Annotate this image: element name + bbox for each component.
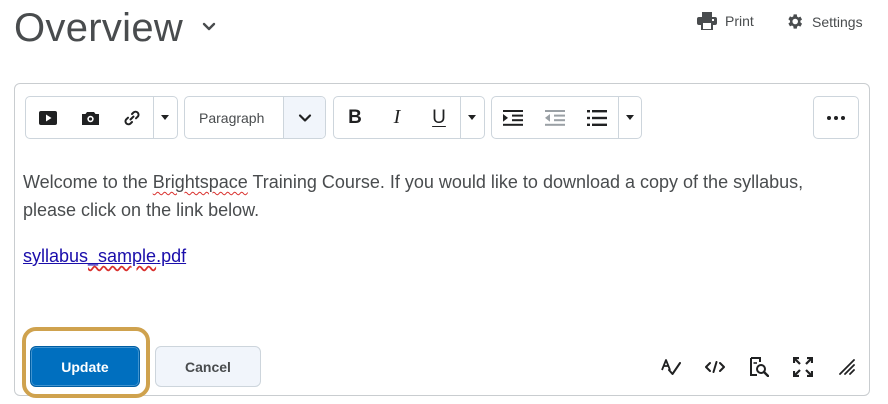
italic-button[interactable]: I xyxy=(376,97,418,138)
misspelled-word: _sample xyxy=(88,246,157,266)
caret-down-icon xyxy=(625,115,634,120)
toolbar-more-group xyxy=(813,96,859,139)
camera-icon xyxy=(81,111,99,125)
outdent-icon xyxy=(545,109,565,126)
chevron-down-icon[interactable] xyxy=(201,21,217,33)
preview-button[interactable] xyxy=(748,356,770,378)
bold-button[interactable]: B xyxy=(334,97,376,138)
caret-down-icon xyxy=(160,115,169,120)
preview-icon xyxy=(750,357,769,377)
block-format-select[interactable]: Paragraph xyxy=(184,96,326,139)
list-more-dropdown[interactable] xyxy=(618,97,640,138)
toolbar-insert-group xyxy=(25,96,178,139)
bullet-list-icon xyxy=(587,109,607,126)
underline-icon: U xyxy=(432,106,446,128)
cancel-button[interactable]: Cancel xyxy=(155,346,261,387)
video-icon xyxy=(39,110,57,125)
code-icon xyxy=(705,361,725,373)
settings-label: Settings xyxy=(812,13,863,30)
fullscreen-button[interactable] xyxy=(792,356,814,378)
editor-paragraph[interactable]: Welcome to the Brightspace Training Cour… xyxy=(23,168,858,224)
insert-link-button[interactable] xyxy=(111,97,153,138)
insert-more-dropdown[interactable] xyxy=(153,97,175,138)
print-button[interactable]: Print xyxy=(697,12,754,30)
fullscreen-icon xyxy=(793,357,813,377)
chevron-down-icon xyxy=(298,113,311,122)
paragraph-text: Welcome to the xyxy=(23,172,153,192)
spellcheck-icon xyxy=(661,359,681,375)
printer-icon xyxy=(697,12,717,30)
italic-icon: I xyxy=(393,106,401,128)
block-format-toggle[interactable] xyxy=(283,97,325,138)
page-title: Overview xyxy=(14,6,184,50)
update-button[interactable]: Update xyxy=(30,346,140,387)
underline-button[interactable]: U xyxy=(418,97,460,138)
link-text: syllabus xyxy=(23,246,89,266)
toolbar-list-group xyxy=(491,96,642,139)
toolbar-format-group: B I U xyxy=(333,96,485,139)
more-actions-button[interactable] xyxy=(814,97,858,138)
resize-handle-icon xyxy=(839,359,855,375)
caret-down-icon xyxy=(467,115,476,120)
bulleted-list-button[interactable] xyxy=(576,97,618,138)
syllabus-link[interactable]: syllabus_sample.pdf xyxy=(23,242,186,270)
outdent-button[interactable] xyxy=(534,97,576,138)
format-more-dropdown[interactable] xyxy=(460,97,482,138)
resize-button[interactable] xyxy=(836,356,858,378)
insert-stuff-button[interactable] xyxy=(27,97,69,138)
indent-button[interactable] xyxy=(492,97,534,138)
block-format-value[interactable]: Paragraph xyxy=(185,97,283,138)
misspelled-word: Brightspace xyxy=(152,172,248,192)
spellcheck-button[interactable] xyxy=(660,356,682,378)
link-icon xyxy=(124,110,140,125)
settings-button[interactable]: Settings xyxy=(785,12,863,31)
gear-icon xyxy=(788,14,803,29)
indent-icon xyxy=(503,109,523,126)
source-code-button[interactable] xyxy=(704,356,726,378)
bold-icon: B xyxy=(348,106,362,128)
insert-image-button[interactable] xyxy=(69,97,111,138)
link-text: .pdf xyxy=(156,246,187,266)
print-label: Print xyxy=(725,13,754,29)
more-horizontal-icon xyxy=(827,115,845,120)
